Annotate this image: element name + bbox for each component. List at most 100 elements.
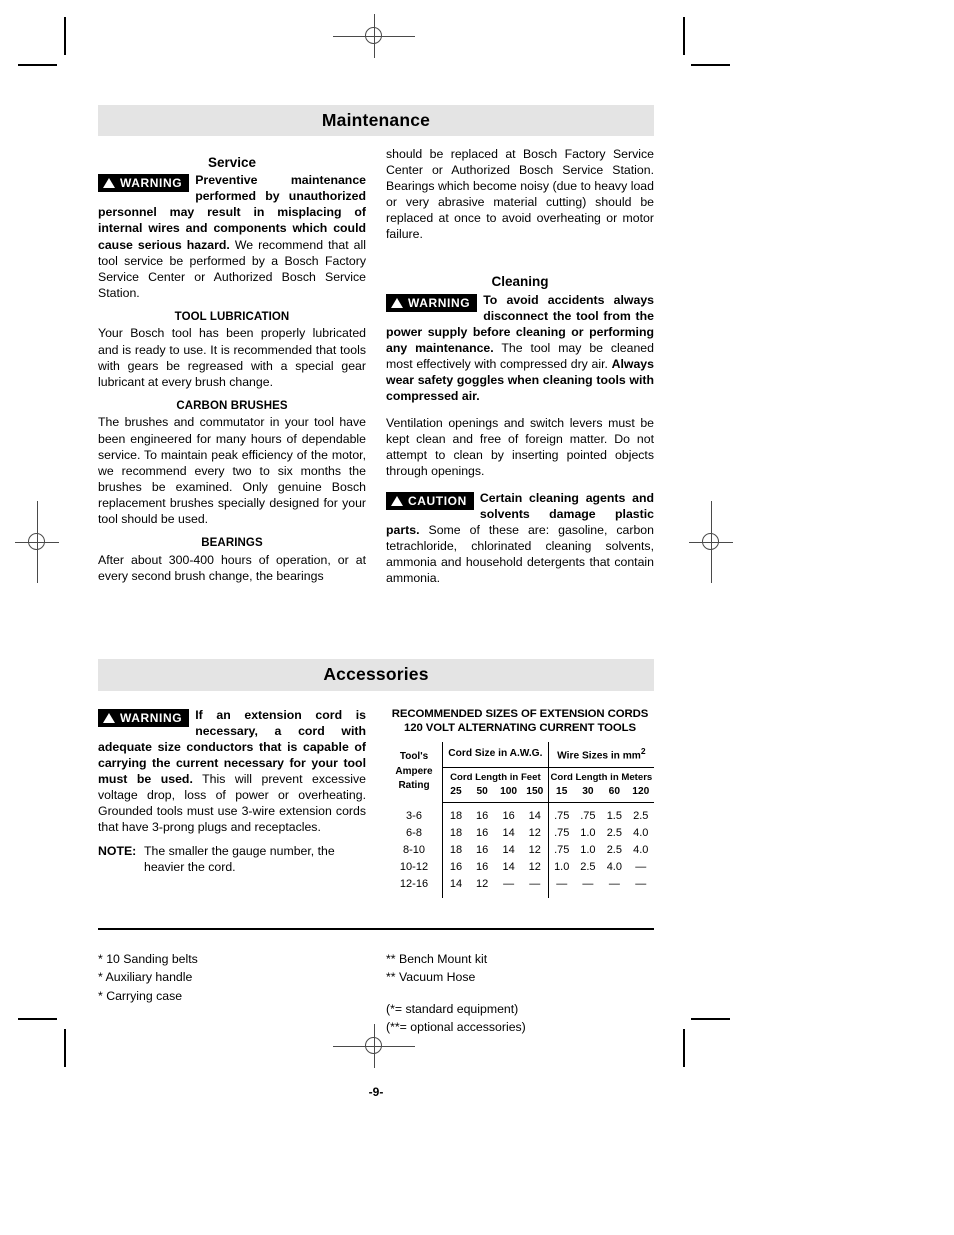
maintenance-right-column: should be replaced at Bosch Factory Serv…: [386, 146, 654, 593]
cord-table-cell: 1.0: [554, 860, 570, 873]
cord-table-rating: 3-6: [386, 802, 443, 825]
bearings-continued: should be replaced at Bosch Factory Serv…: [386, 147, 654, 242]
maintenance-left-column: Service WARNING Preventive maintenance pe…: [98, 146, 366, 593]
cord-table-cell: 16: [476, 826, 489, 839]
crop-mark-top-left-vertical: [64, 17, 66, 55]
list-item: * Carrying case: [98, 989, 183, 1003]
cord-table-cell: 14: [521, 802, 549, 825]
accessory-lists: * 10 Sanding belts * Auxiliary handle * …: [98, 950, 654, 1037]
cord-table-rating: 6-8: [386, 824, 443, 842]
note-text: The smaller the gauge number, the heavie…: [144, 843, 335, 874]
cord-table-cell: 16: [476, 843, 489, 856]
cord-table-col-feet-150: 150: [521, 784, 549, 803]
tool-lubrication-body: Your Bosch tool has been properly lubric…: [98, 326, 366, 389]
cord-table-group-mm: Wire Sizes in mm2: [548, 742, 654, 769]
warning-triangle-icon: [391, 297, 403, 308]
accessories-note: NOTE: The smaller the gauge number, the h…: [98, 843, 366, 875]
cord-table-cell: .75: [554, 843, 570, 856]
note-label: NOTE:: [98, 843, 137, 858]
crop-mark-bottom-right-horizontal: [691, 1018, 730, 1020]
cord-table-cell: 4.0: [633, 826, 649, 839]
cord-table-col-meters-30: 30: [574, 784, 602, 803]
optional-accessories-column: ** Bench Mount kit ** Vacuum Hose (*= st…: [386, 950, 654, 1037]
row-header-line-3: Rating: [398, 780, 430, 792]
carbon-brushes-body: The brushes and commutator in your tool …: [98, 415, 366, 526]
cord-table-cell: .75: [580, 809, 596, 822]
crop-mark-bottom-left-vertical: [64, 1029, 66, 1067]
cord-table-col-meters-60: 60: [601, 784, 628, 803]
table-row: 8-10 18 16 14 12 .75 1.0 2.5 4.0: [386, 841, 654, 859]
list-item: * Auxiliary handle: [98, 970, 193, 985]
table-row: 6-8 18 16 14 12 .75 1.0 2.5 4.0: [386, 824, 654, 842]
cord-table-cell: .75: [554, 826, 570, 839]
legend-optional: (**= optional accessories): [386, 1019, 526, 1034]
crop-mark-top-right-horizontal: [691, 64, 730, 66]
crop-mark-bottom-right-vertical: [683, 1029, 685, 1067]
cord-table-col-feet-25: 25: [442, 784, 469, 803]
cord-table-sub-meters: Cord Length in Meters: [550, 772, 653, 784]
service-warning-paragraph: WARNING Preventive maintenance performed …: [98, 172, 366, 300]
cord-table-title-line-1: RECOMMENDED SIZES OF EXTENSION CORDS: [391, 707, 649, 720]
section-header-accessories: Accessories: [98, 659, 654, 691]
page-number: -9-: [368, 1084, 384, 1099]
accessories-legend: (*= standard equipment) (**= optional ac…: [386, 1001, 654, 1037]
cord-table-cell: 1.0: [580, 826, 596, 839]
cord-table-cell: 14: [449, 877, 463, 890]
cord-table-cell: 16: [476, 809, 489, 822]
cord-table-cell: .75: [554, 809, 570, 822]
cord-table-cell: 1.5: [606, 809, 622, 822]
extension-cord-table: Tool's Ampere Rating Cord Size in A.W.G.…: [386, 742, 654, 898]
warning-badge-label: WARNING: [120, 176, 183, 191]
caution-paragraph: CAUTION Certain cleaning agents and solve…: [386, 490, 654, 586]
caution-triangle-icon: [391, 496, 403, 507]
cord-table-cell: 2.5: [606, 826, 622, 839]
list-item: * 10 Sanding belts: [98, 951, 198, 966]
cord-table-cell: 2.5: [606, 843, 622, 856]
cord-table-cell: 2.5: [580, 860, 596, 873]
optional-accessories-list: ** Bench Mount kit ** Vacuum Hose: [386, 950, 654, 987]
cord-table-cell: 14: [502, 843, 515, 856]
cord-table-cell: 16: [476, 860, 489, 873]
caution-rest: Some of these are: gasoline, carbon tetr…: [386, 523, 654, 586]
cord-table-group-header-row: Tool's Ampere Rating Cord Size in A.W.G.…: [386, 742, 654, 803]
carbon-brushes-heading: CARBON BRUSHES: [176, 399, 288, 412]
cord-table-group-mm-superscript: 2: [640, 746, 646, 757]
cord-table-group-mm-label: Wire Sizes in mm: [557, 750, 641, 762]
maintenance-columns: Service WARNING Preventive maintenance pe…: [98, 146, 654, 593]
cord-table-cell: —: [521, 875, 549, 898]
warning-badge-label: WARNING: [120, 710, 183, 725]
warning-badge-cleaning: WARNING: [386, 293, 478, 312]
cord-table-cell: —: [635, 877, 647, 890]
cord-table-group-awg: Cord Size in A.W.G.: [442, 742, 549, 769]
warning-badge-service: WARNING: [98, 174, 190, 193]
list-item: ** Vacuum Hose: [386, 970, 476, 985]
accessories-left-column: WARNING If an extension cord is necessary…: [98, 707, 366, 898]
warning-triangle-icon: [103, 712, 115, 723]
cord-table-col-feet-50: 50: [468, 784, 496, 803]
accessories-right-column: RECOMMENDED SIZES OF EXTENSION CORDS 120…: [386, 707, 654, 898]
cord-table-cell: 12: [476, 877, 489, 890]
cord-table-cell: 12: [521, 841, 549, 859]
cord-table-cell: 16: [449, 860, 463, 873]
cord-table-rating: 12-16: [386, 875, 443, 898]
cord-table-col-meters-120: 120: [627, 784, 654, 803]
cleaning-paragraph-2: Ventilation openings and switch levers m…: [386, 415, 654, 479]
row-header-line-2: Ampere: [395, 765, 433, 777]
bearings-body: After about 300-400 hours of operation, …: [98, 552, 366, 583]
table-row: 10-12 16 16 14 12 1.0 2.5 4.0 —: [386, 858, 654, 876]
cord-table-cell: —: [582, 877, 594, 890]
standard-accessories-column: * 10 Sanding belts * Auxiliary handle * …: [98, 950, 366, 1037]
cord-table-col-meters-15: 15: [548, 784, 575, 803]
section-header-maintenance: Maintenance: [98, 105, 654, 137]
accessories-divider: [98, 927, 654, 930]
accessories-columns: WARNING If an extension cord is necessary…: [98, 707, 654, 898]
bearings-heading: BEARINGS: [201, 536, 263, 549]
table-row: 12-16 14 12 — — — — — —: [386, 875, 654, 898]
table-row: 3-6 18 16 16 14 .75 .75 1.5 2.5: [386, 802, 654, 825]
cord-table-cell: 12: [521, 824, 549, 842]
cord-table-sub-feet: Cord Length in Feet: [442, 767, 549, 785]
cord-table-cell: 14: [502, 860, 515, 873]
crop-mark-bottom-left-horizontal: [18, 1018, 57, 1020]
warning-badge-label: WARNING: [408, 295, 471, 310]
cord-table-cell: 18: [449, 826, 463, 839]
